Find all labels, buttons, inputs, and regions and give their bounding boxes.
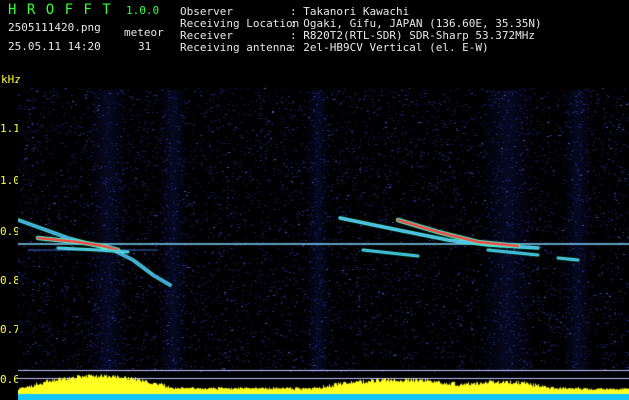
info-key-antenna: Receiving antenna <box>180 41 293 54</box>
meteor-count: 31 <box>138 40 152 53</box>
y-tick-label: 1.1 <box>0 122 20 135</box>
info-value-antenna: : 2el-HB9CV Vertical (el. E-W) <box>290 41 489 54</box>
y-tick-label: 0.9 <box>0 225 20 238</box>
y-tick-label: 1.0 <box>0 174 20 187</box>
y-tick-label: 0.8 <box>0 274 20 287</box>
hrofft-window: H R O F F T 1.0.0 2505111420.png meteor … <box>0 0 629 400</box>
y-tick-label: 0.6 <box>0 373 20 386</box>
spectrogram-canvas <box>18 80 629 400</box>
meteor-label: meteor <box>124 26 164 39</box>
app-title: H R O F F T <box>8 2 112 18</box>
filename-label: 2505111420.png <box>8 21 101 34</box>
y-tick-label: 0.7 <box>0 323 20 336</box>
timestamp-label: 25.05.11 14:20 <box>8 40 101 53</box>
app-version: 1.0.0 <box>126 4 160 17</box>
